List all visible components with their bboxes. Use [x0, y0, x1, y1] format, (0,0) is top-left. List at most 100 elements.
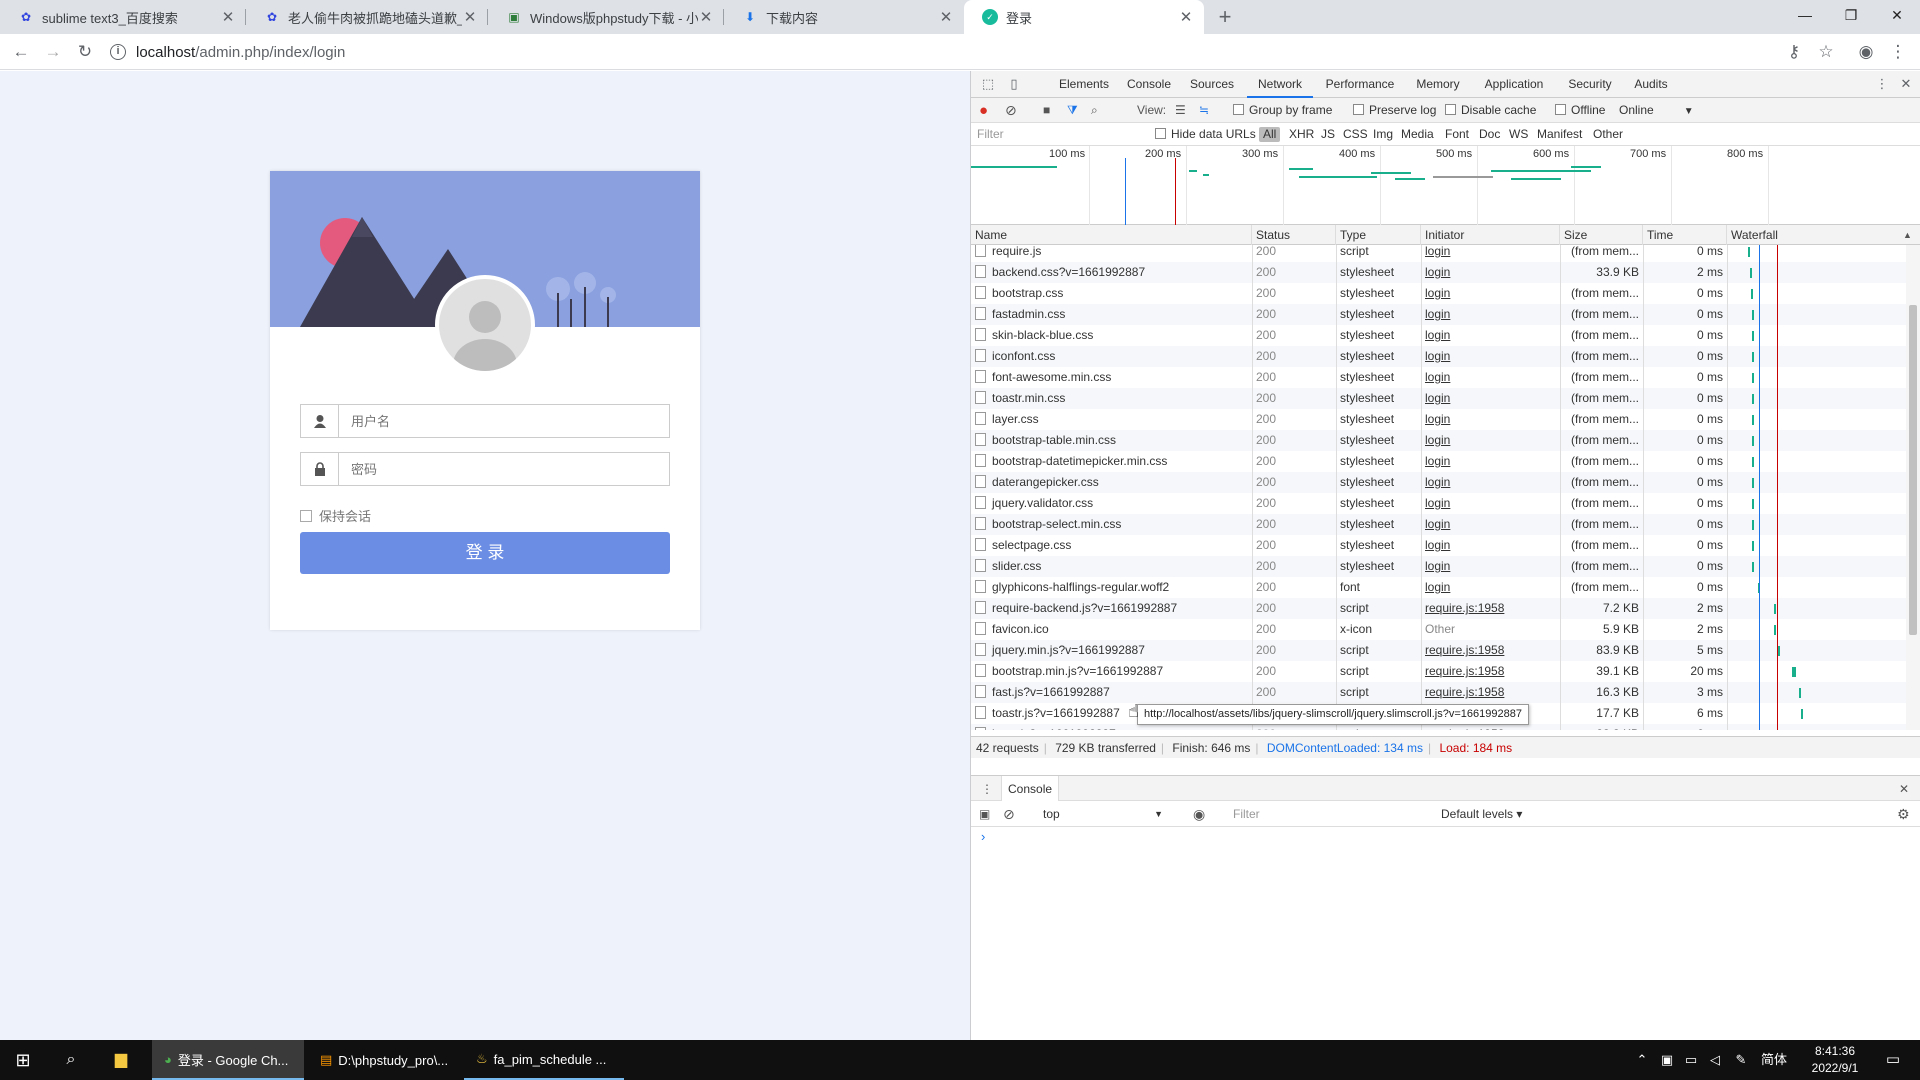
- cell-initiator[interactable]: login: [1421, 493, 1560, 514]
- column-header-name[interactable]: Name: [971, 225, 1252, 245]
- tab-memory[interactable]: Memory: [1407, 71, 1469, 98]
- search-icon[interactable]: ⌕: [56, 1040, 86, 1080]
- tab-security[interactable]: Security: [1559, 71, 1621, 98]
- console-settings-gear-icon[interactable]: ⚙: [1897, 801, 1910, 827]
- drawer-tab-console[interactable]: Console: [1001, 776, 1060, 802]
- throttle-select[interactable]: Online ▼: [1619, 98, 1694, 123]
- browser-tab[interactable]: ▣ Windows版phpstudy下载 - 小皮 ✕: [488, 0, 724, 34]
- close-tab-icon[interactable]: ✕: [220, 8, 236, 26]
- cell-initiator[interactable]: login: [1421, 535, 1560, 556]
- ime-mode[interactable]: 简体: [1756, 1040, 1792, 1080]
- network-request-row[interactable]: jquery.min.js?v=1661992887 200 script requi…: [971, 640, 1906, 661]
- type-filter-doc[interactable]: Doc: [1479, 123, 1500, 146]
- network-request-row[interactable]: daterangepicker.css 200 stylesheet login (fr…: [971, 472, 1906, 493]
- type-filter-css[interactable]: CSS: [1343, 123, 1368, 146]
- browser-tab[interactable]: ⬇ 下载内容 ✕: [724, 0, 964, 34]
- column-header-initiator[interactable]: Initiator: [1421, 225, 1560, 245]
- reload-button[interactable]: ↻: [73, 40, 97, 64]
- cell-initiator[interactable]: require.js:1958: [1421, 640, 1560, 661]
- tab-console[interactable]: Console: [1119, 71, 1179, 98]
- type-filter-media[interactable]: Media: [1401, 123, 1434, 146]
- tab-application[interactable]: Application: [1475, 71, 1553, 98]
- cell-initiator[interactable]: login: [1421, 577, 1560, 598]
- network-request-row[interactable]: require-backend.js?v=1661992887 200 script…: [971, 598, 1906, 619]
- console-sidebar-icon[interactable]: ▣: [979, 801, 990, 827]
- tab-elements[interactable]: Elements: [1053, 71, 1115, 98]
- restore-button[interactable]: ❐: [1828, 0, 1874, 30]
- network-request-row[interactable]: toastr.min.css 200 stylesheet login (from me…: [971, 388, 1906, 409]
- cell-initiator[interactable]: login: [1421, 304, 1560, 325]
- console-prompt[interactable]: ›: [981, 829, 985, 844]
- offline-checkbox[interactable]: Offline: [1555, 98, 1605, 123]
- cell-initiator[interactable]: login: [1421, 409, 1560, 430]
- filter-funnel-icon[interactable]: ⧩: [1067, 98, 1078, 123]
- close-drawer-icon[interactable]: ✕: [1899, 776, 1909, 802]
- column-header-size[interactable]: Size: [1560, 225, 1643, 245]
- drawer-menu-icon[interactable]: ⋮: [981, 776, 993, 802]
- system-clock[interactable]: 8:41:36 2022/9/1: [1800, 1043, 1870, 1077]
- network-request-row[interactable]: skin-black-blue.css 200 stylesheet login (fr…: [971, 325, 1906, 346]
- live-expression-eye-icon[interactable]: ◉: [1193, 801, 1205, 827]
- browser-tab[interactable]: ✿ 老人偷牛肉被抓跪地磕头道歉_百 ✕: [246, 0, 488, 34]
- network-request-row[interactable]: bootstrap.css 200 stylesheet login (from mem…: [971, 283, 1906, 304]
- cell-initiator[interactable]: require.js:1958: [1421, 682, 1560, 703]
- minimize-button[interactable]: —: [1782, 0, 1828, 30]
- screenshot-camera-icon[interactable]: ■: [1043, 98, 1050, 123]
- network-request-row[interactable]: layer.css 200 stylesheet login (from mem... 0…: [971, 409, 1906, 430]
- close-tab-icon[interactable]: ✕: [698, 8, 714, 26]
- type-filter-ws[interactable]: WS: [1509, 123, 1528, 146]
- close-window-button[interactable]: ✕: [1874, 0, 1920, 30]
- taskbar-item-sublime[interactable]: ▤ D:\phpstudy_pro\...: [308, 1040, 460, 1080]
- checkbox-box[interactable]: [300, 509, 312, 522]
- cell-initiator[interactable]: login: [1421, 472, 1560, 493]
- notification-icon[interactable]: ▭: [1878, 1040, 1908, 1080]
- cell-initiator[interactable]: login: [1421, 388, 1560, 409]
- address-bar[interactable]: i localhost/admin.php/index/login: [110, 39, 1750, 65]
- network-request-row[interactable]: slider.css 200 stylesheet login (from mem...…: [971, 556, 1906, 577]
- request-list-scrollbar[interactable]: [1906, 245, 1920, 730]
- network-request-row[interactable]: backend.css?v=1661992887 200 stylesheet log…: [971, 262, 1906, 283]
- network-request-row[interactable]: bootstrap.min.js?v=1661992887 200 script re…: [971, 661, 1906, 682]
- cell-initiator[interactable]: login: [1421, 325, 1560, 346]
- network-request-row[interactable]: iconfont.css 200 stylesheet login (from mem.…: [971, 346, 1906, 367]
- record-icon[interactable]: ●: [979, 98, 988, 123]
- tab-sources[interactable]: Sources: [1181, 71, 1243, 98]
- network-request-row[interactable]: bootstrap-table.min.css 200 stylesheet logi…: [971, 430, 1906, 451]
- devtools-menu-icon[interactable]: ⋮: [1873, 75, 1891, 93]
- type-filter-img[interactable]: Img: [1373, 123, 1393, 146]
- cell-initiator[interactable]: require.js:1958: [1421, 661, 1560, 682]
- clear-icon[interactable]: ⊘: [1005, 98, 1017, 123]
- pen-input-icon[interactable]: ✎: [1730, 1040, 1752, 1080]
- menu-kebab-icon[interactable]: ⋮: [1886, 40, 1910, 64]
- column-header-type[interactable]: Type: [1336, 225, 1421, 245]
- column-header-waterfall[interactable]: Waterfall: [1727, 225, 1920, 245]
- console-filter-input[interactable]: Filter: [1227, 801, 1397, 827]
- type-filter-other[interactable]: Other: [1593, 123, 1623, 146]
- bookmark-star-icon[interactable]: ☆: [1814, 40, 1838, 64]
- type-filter-font[interactable]: Font: [1445, 123, 1469, 146]
- cell-initiator[interactable]: login: [1421, 451, 1560, 472]
- column-header-status[interactable]: Status: [1252, 225, 1336, 245]
- taskbar-item-chrome[interactable]: ◕ 登录 - Google Ch...: [152, 1040, 304, 1080]
- cell-initiator[interactable]: login: [1421, 283, 1560, 304]
- network-request-row[interactable]: favicon.ico 200 x-icon Other 5.9 KB 2 ms: [971, 619, 1906, 640]
- log-levels-select[interactable]: Default levels ▾: [1441, 801, 1522, 827]
- inspect-element-icon[interactable]: ⬚: [979, 75, 997, 93]
- taskbar-item-navicat[interactable]: ♨ fa_pim_schedule ...: [464, 1040, 624, 1080]
- tray-overflow-chevron-icon[interactable]: ⌃: [1634, 1040, 1650, 1080]
- waterfall-view-icon[interactable]: ≒: [1199, 98, 1209, 123]
- password-input[interactable]: [339, 453, 669, 485]
- clear-console-icon[interactable]: ⊘: [1003, 801, 1015, 827]
- network-filter-input[interactable]: Filter: [973, 125, 1143, 144]
- close-tab-icon[interactable]: ✕: [938, 8, 954, 26]
- search-icon[interactable]: ⌕: [1091, 98, 1098, 123]
- tray-app-icon[interactable]: ▣: [1656, 1040, 1678, 1080]
- close-devtools-icon[interactable]: ✕: [1897, 75, 1915, 93]
- close-tab-icon[interactable]: ✕: [1178, 8, 1194, 26]
- type-filter-xhr[interactable]: XHR: [1289, 123, 1314, 146]
- network-request-row[interactable]: require.js 200 script login (from mem... 0 ms: [971, 245, 1906, 262]
- back-button[interactable]: ←: [9, 40, 33, 64]
- cell-initiator[interactable]: login: [1421, 346, 1560, 367]
- network-request-row[interactable]: fast.js?v=1661992887 200 script require.js:…: [971, 682, 1906, 703]
- type-filter-js[interactable]: JS: [1321, 123, 1335, 146]
